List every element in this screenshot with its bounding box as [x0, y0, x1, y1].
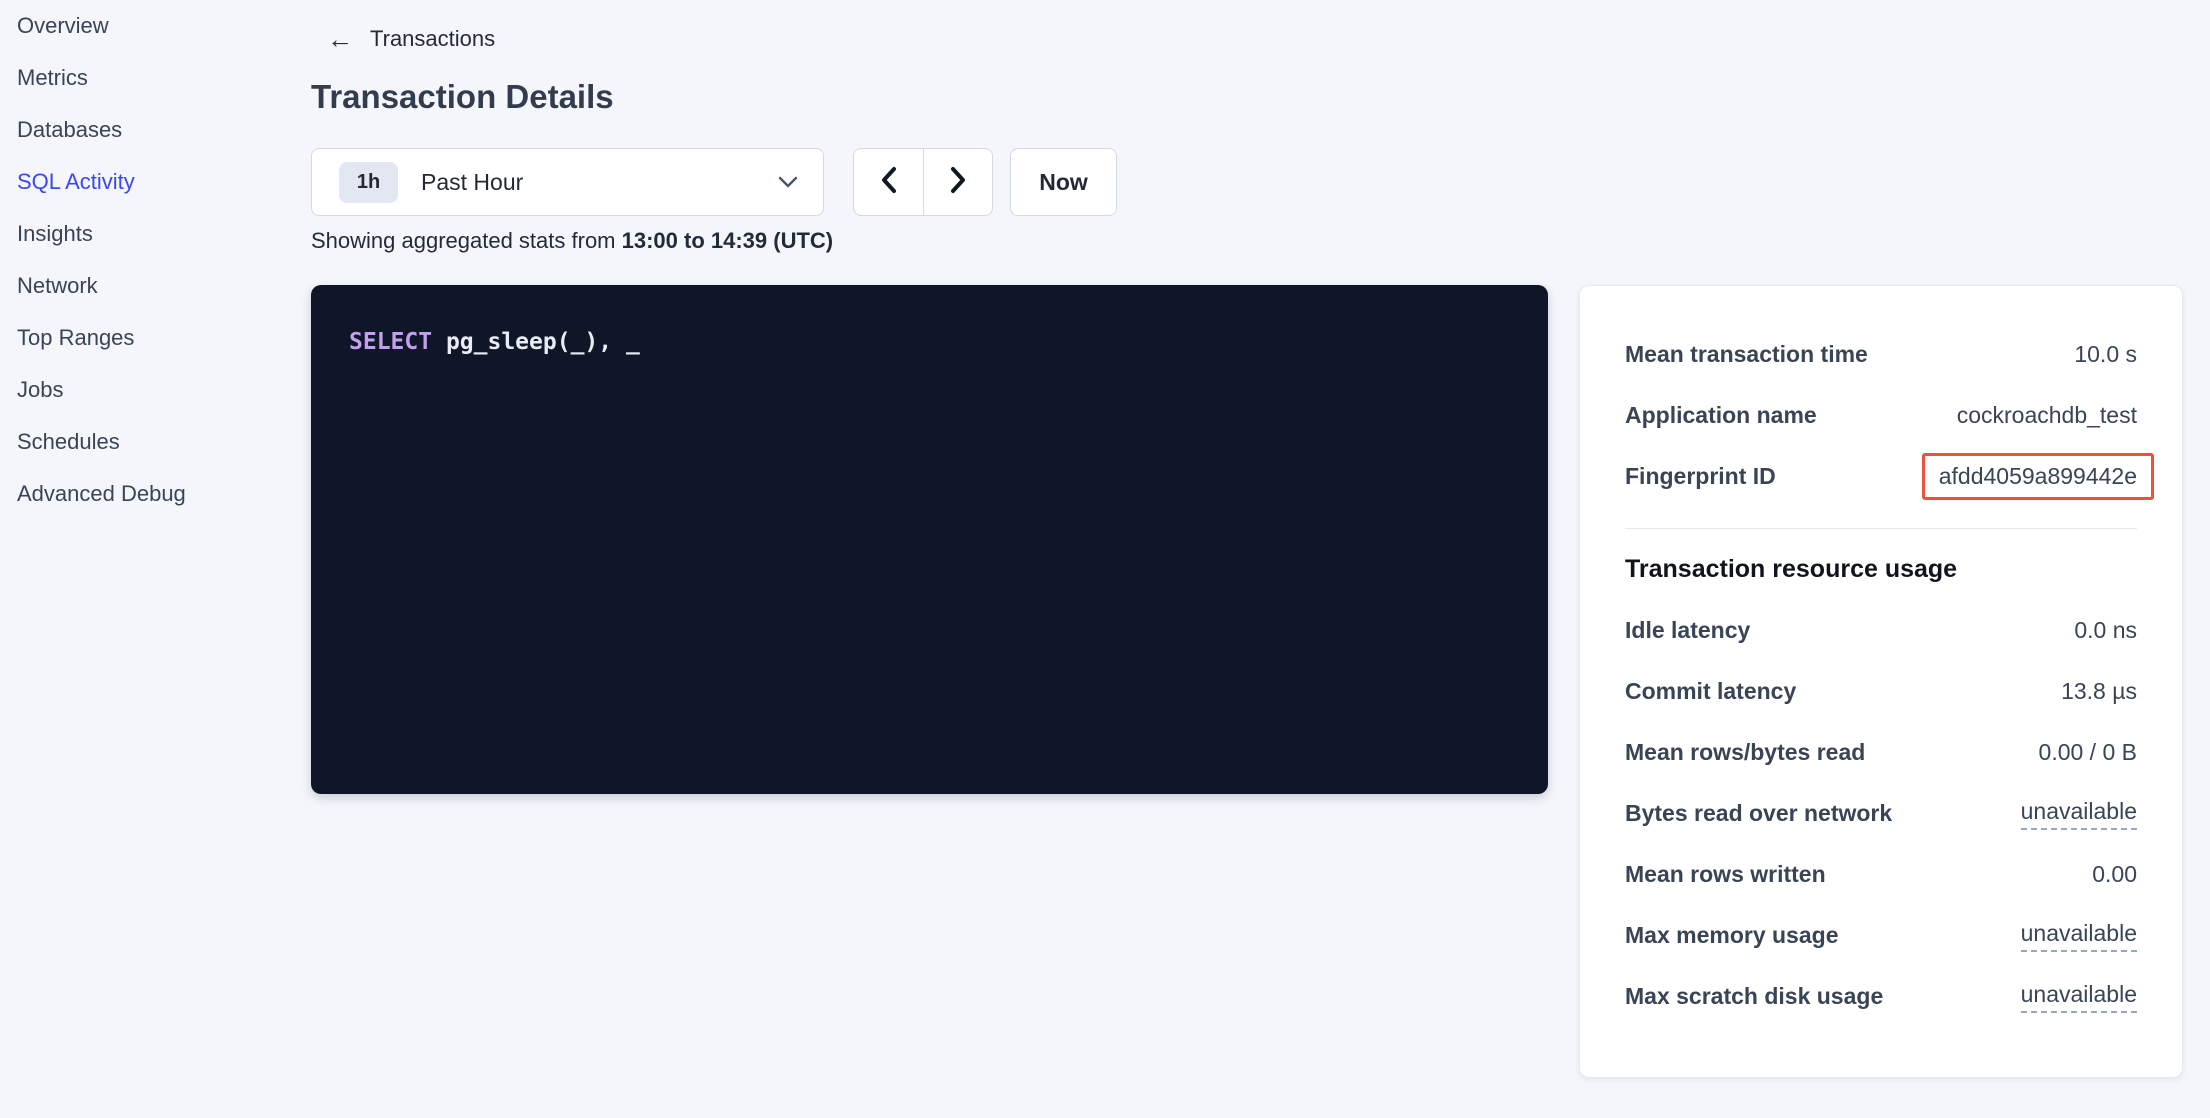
interval-badge: 1h [339, 162, 398, 203]
sidebar-item-metrics[interactable]: Metrics [17, 67, 297, 89]
resource-usage-title: Transaction resource usage [1625, 555, 2137, 584]
sidebar-item-insights[interactable]: Insights [17, 223, 297, 245]
fingerprint-id-value-highlighted: afdd4059a899442e [1922, 453, 2154, 500]
time-range-dropdown[interactable]: 1h Past Hour [311, 148, 824, 216]
sidebar-item-overview[interactable]: Overview [17, 15, 297, 37]
sidebar-item-advanced-debug[interactable]: Advanced Debug [17, 483, 297, 505]
detail-value: 0.0 ns [2074, 617, 2137, 644]
sql-statement-text: pg_sleep(_), _ [432, 329, 640, 355]
detail-label: Fingerprint ID [1625, 463, 1776, 490]
unavailable-value-tooltip-trigger: unavailable [2021, 981, 2137, 1013]
detail-label: Bytes read over network [1625, 800, 1892, 827]
chevron-down-icon [777, 175, 799, 189]
detail-value: 13.8 µs [2061, 678, 2137, 705]
detail-value: 10.0 s [2074, 341, 2137, 368]
content-area: SELECT pg_sleep(_), _ Mean transaction t… [311, 285, 2183, 1078]
sidebar-item-sql-activity[interactable]: SQL Activity [17, 171, 297, 193]
transaction-details-card: Mean transaction time 10.0 s Application… [1579, 285, 2183, 1078]
detail-row-max-scratch-disk-usage: Max scratch disk usage unavailable [1625, 966, 2137, 1027]
page-title: Transaction Details [311, 78, 614, 116]
detail-label: Mean transaction time [1625, 341, 1868, 368]
detail-label: Max scratch disk usage [1625, 983, 1883, 1010]
interval-label: Past Hour [421, 169, 523, 196]
detail-row-mean-rows-bytes-read: Mean rows/bytes read 0.00 / 0 B [1625, 722, 2137, 783]
sidebar-item-network[interactable]: Network [17, 275, 297, 297]
detail-row-bytes-read-over-network: Bytes read over network unavailable [1625, 783, 2137, 844]
next-time-button[interactable] [923, 148, 993, 216]
detail-label: Mean rows written [1625, 861, 1826, 888]
sidebar-item-jobs[interactable]: Jobs [17, 379, 297, 401]
breadcrumb[interactable]: ← Transactions [327, 26, 495, 52]
chevron-right-icon [947, 165, 969, 200]
detail-row-mean-rows-written: Mean rows written 0.00 [1625, 844, 2137, 905]
chevron-left-icon [878, 165, 900, 200]
detail-label: Commit latency [1625, 678, 1796, 705]
detail-row-idle-latency: Idle latency 0.0 ns [1625, 600, 2137, 661]
aggregated-stats-text: Showing aggregated stats from 13:00 to 1… [311, 228, 833, 254]
detail-value: cockroachdb_test [1957, 402, 2137, 429]
stats-time-range: 13:00 to 14:39 (UTC) [622, 228, 834, 253]
sql-statement-block: SELECT pg_sleep(_), _ [311, 285, 1548, 794]
detail-row-commit-latency: Commit latency 13.8 µs [1625, 661, 2137, 722]
sidebar-item-top-ranges[interactable]: Top Ranges [17, 327, 297, 349]
card-divider [1625, 528, 2137, 529]
detail-value: 0.00 [2092, 861, 2137, 888]
detail-row-fingerprint-id: Fingerprint ID afdd4059a899442e [1625, 446, 2137, 507]
detail-label: Idle latency [1625, 617, 1750, 644]
previous-time-button[interactable] [853, 148, 923, 216]
unavailable-value-tooltip-trigger: unavailable [2021, 798, 2137, 830]
sidebar: Overview Metrics Databases SQL Activity … [17, 15, 297, 535]
unavailable-value-tooltip-trigger: unavailable [2021, 920, 2137, 952]
breadcrumb-transactions-link[interactable]: Transactions [370, 26, 495, 52]
sidebar-item-schedules[interactable]: Schedules [17, 431, 297, 453]
detail-row-max-memory-usage: Max memory usage unavailable [1625, 905, 2137, 966]
now-button[interactable]: Now [1010, 148, 1117, 216]
time-pager [853, 148, 993, 216]
time-toolbar: 1h Past Hour Now [311, 148, 1117, 216]
sql-keyword: SELECT [349, 329, 432, 355]
back-arrow-icon[interactable]: ← [327, 28, 353, 50]
detail-label: Max memory usage [1625, 922, 1838, 949]
detail-row-mean-transaction-time: Mean transaction time 10.0 s [1625, 324, 2137, 385]
detail-label: Mean rows/bytes read [1625, 739, 1865, 766]
sidebar-item-databases[interactable]: Databases [17, 119, 297, 141]
detail-row-application-name: Application name cockroachdb_test [1625, 385, 2137, 446]
detail-value: 0.00 / 0 B [2039, 739, 2137, 766]
detail-label: Application name [1625, 402, 1817, 429]
